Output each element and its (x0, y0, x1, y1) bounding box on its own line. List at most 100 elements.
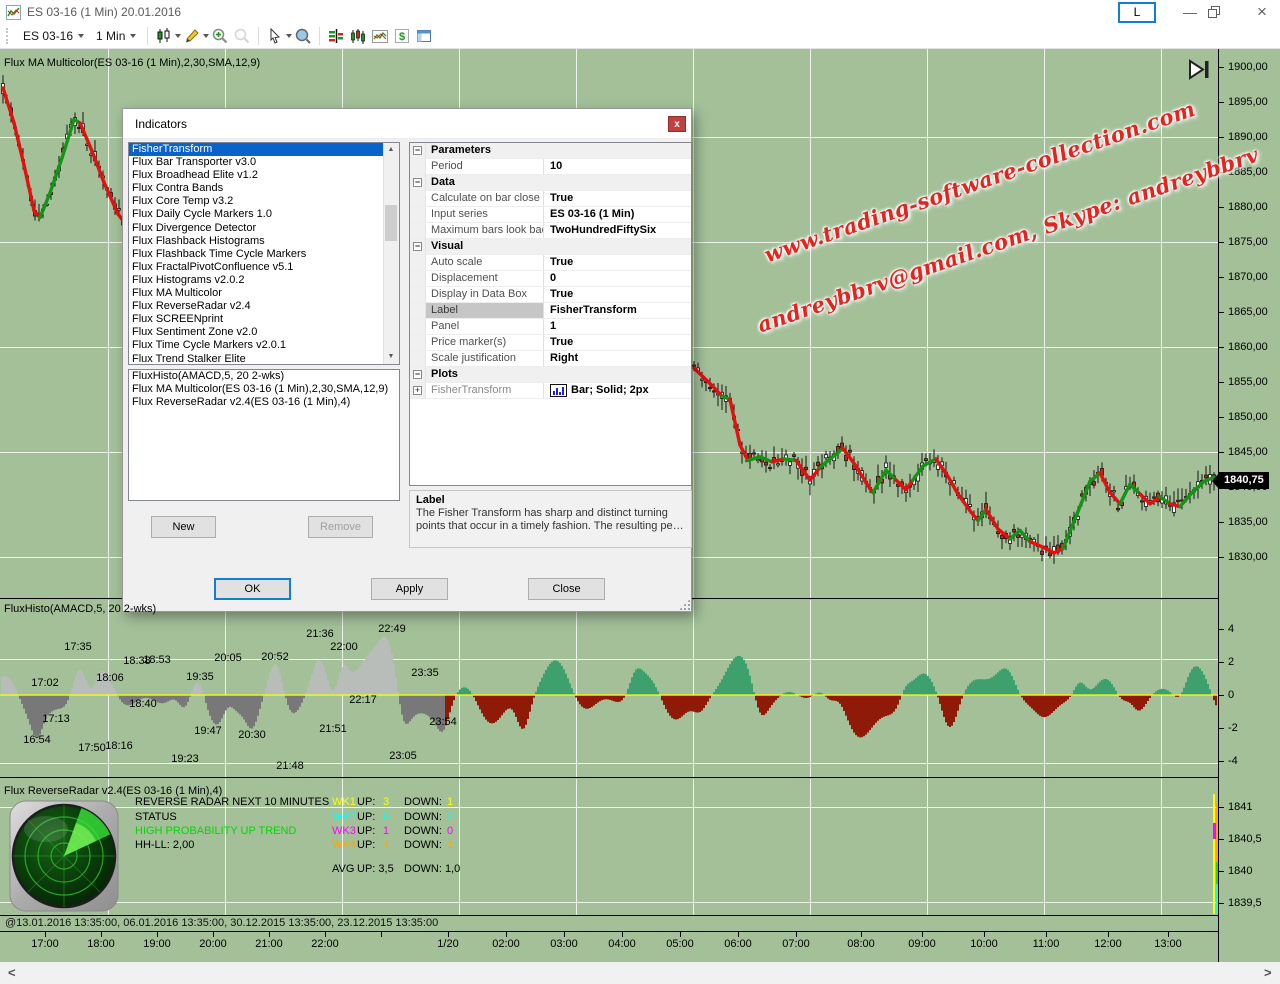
minimize-button[interactable]: — (1172, 0, 1208, 24)
indicator-list-item[interactable]: Flux Daily Cycle Markers 1.0 (129, 208, 399, 221)
indicator-list-item[interactable]: Flux SCREENprint (129, 313, 399, 326)
new-button[interactable]: New (151, 516, 216, 538)
account-dollar-button[interactable]: $ (391, 26, 413, 47)
indicator-list-item[interactable]: Flux ReverseRadar v2.4 (129, 300, 399, 313)
configured-indicator-item[interactable]: Flux MA Multicolor(ES 03-16 (1 Min),2,30… (129, 383, 399, 396)
property-category-row[interactable]: −Visual (410, 239, 691, 255)
property-row[interactable]: LabelFisherTransform (410, 303, 691, 319)
radar-dates-line: @13.01.2016 13:35:00, 06.01.2016 13:35:0… (5, 917, 438, 929)
expand-icon[interactable]: + (413, 386, 422, 395)
property-row[interactable]: Maximum bars look bacTwoHundredFiftySix (410, 223, 691, 239)
indicator-list-item[interactable]: Flux Flashback Time Cycle Markers (129, 248, 399, 261)
indicator-list-item[interactable]: Flux FractalPivotConfluence v5.1 (129, 261, 399, 274)
property-row[interactable]: Price marker(s)True (410, 335, 691, 351)
property-category-row[interactable]: −Plots (410, 367, 691, 383)
collapse-icon[interactable]: − (413, 178, 422, 187)
collapse-icon[interactable]: − (413, 146, 422, 155)
instrument-selector[interactable]: ES 03-16 (17, 27, 90, 45)
horizontal-scrollbar[interactable]: < > (0, 962, 1280, 984)
property-value[interactable]: 1 (544, 319, 691, 334)
property-row[interactable]: Period10 (410, 159, 691, 175)
radar-down-label: DOWN: (404, 825, 442, 837)
scroll-left-arrow[interactable]: < (8, 965, 16, 980)
market-analyzer-button[interactable] (325, 26, 347, 47)
property-value[interactable]: ES 03-16 (1 Min) (544, 207, 691, 222)
property-value[interactable]: 10 (544, 159, 691, 174)
list-scrollbar[interactable]: ▲ ▼ (383, 143, 399, 364)
scroll-up-icon[interactable]: ▲ (384, 143, 398, 157)
indicator-list-item[interactable]: Flux Trend Stalker Elite (129, 353, 399, 366)
property-value[interactable]: Right (544, 351, 691, 366)
collapse-icon[interactable]: − (413, 242, 422, 251)
scroll-down-icon[interactable]: ▼ (384, 350, 398, 364)
toolbar-grip[interactable] (6, 28, 11, 44)
property-row[interactable]: Display in Data BoxTrue (410, 287, 691, 303)
histogram-panel-canvas[interactable] (0, 600, 1218, 777)
zoom-out-button[interactable] (231, 26, 253, 47)
property-row[interactable]: Scale justificationRight (410, 351, 691, 367)
property-row[interactable]: +FisherTransformBar; Solid; 2px (410, 383, 691, 399)
dialog-titlebar[interactable]: Indicators x (123, 109, 691, 139)
drawing-tools-button[interactable] (181, 26, 203, 47)
property-row[interactable]: Auto scaleTrue (410, 255, 691, 271)
indicator-list-item[interactable]: Flux Bar Transporter v3.0 (129, 156, 399, 169)
indicator-list-item[interactable]: Flux Sentiment Zone v2.0 (129, 326, 399, 339)
scrollbar-thumb[interactable] (385, 205, 397, 241)
available-indicators-list[interactable]: FisherTransformFlux Bar Transporter v3.0… (128, 142, 400, 365)
panel-window-button[interactable] (413, 26, 435, 47)
category-name: Parameters (426, 143, 544, 158)
scroll-right-arrow[interactable]: > (1264, 965, 1272, 980)
price-axis[interactable]: 1900,001895,001890,001885,001880,001875,… (1218, 49, 1280, 962)
property-row[interactable]: Panel1 (410, 319, 691, 335)
replay-step-button[interactable] (1186, 57, 1214, 83)
property-value[interactable]: FisherTransform (544, 303, 691, 318)
close-button[interactable]: Close (528, 578, 605, 600)
configured-indicators-list[interactable]: FluxHisto(AMACD,5, 20 2-wks)Flux MA Mult… (128, 369, 400, 501)
restore-button[interactable] (1208, 6, 1244, 18)
configured-indicator-item[interactable]: Flux ReverseRadar v2.4(ES 03-16 (1 Min),… (129, 396, 399, 409)
dialog-resize-grip[interactable] (679, 599, 690, 610)
mini-chart-button[interactable] (369, 26, 391, 47)
zoom-in-button[interactable] (209, 26, 231, 47)
cursor-button[interactable] (264, 26, 286, 47)
time-axis-line (0, 931, 1219, 932)
ok-button[interactable]: OK (214, 578, 291, 600)
property-row[interactable]: Input seriesES 03-16 (1 Min) (410, 207, 691, 223)
indicator-list-item[interactable]: Flux Divergence Detector (129, 222, 399, 235)
indicator-list-item[interactable]: Flux Flashback Histograms (129, 235, 399, 248)
collapse-icon[interactable]: − (413, 370, 422, 379)
indicator-list-item[interactable]: Flux Contra Bands (129, 182, 399, 195)
property-name: Price marker(s) (426, 335, 544, 350)
indicator-list-item[interactable]: Flux MA Multicolor (129, 287, 399, 300)
property-value[interactable]: TwoHundredFiftySix (544, 223, 691, 238)
property-value[interactable]: True (544, 191, 691, 206)
close-window-button[interactable]: × (1244, 0, 1280, 24)
property-row[interactable]: Calculate on bar closeTrue (410, 191, 691, 207)
indicator-list-item[interactable]: FisherTransform (129, 143, 399, 156)
configured-indicator-item[interactable]: FluxHisto(AMACD,5, 20 2-wks) (129, 370, 399, 383)
radar-down-value: 2 (447, 811, 453, 823)
property-category-row[interactable]: −Data (410, 175, 691, 191)
property-grid[interactable]: −ParametersPeriod10−DataCalculate on bar… (409, 142, 692, 486)
property-value[interactable]: Bar; Solid; 2px (544, 383, 691, 398)
property-value[interactable]: True (544, 255, 691, 270)
indicator-list-item[interactable]: Flux Broadhead Elite v1.2 (129, 169, 399, 182)
remove-button[interactable]: Remove (308, 516, 373, 538)
property-category-row[interactable]: −Parameters (410, 143, 691, 159)
indicator-list-item[interactable]: Flux Core Temp v3.2 (129, 195, 399, 208)
interval-selector[interactable]: 1 Min (90, 27, 142, 45)
panel-separator[interactable] (0, 777, 1219, 778)
property-value[interactable]: True (544, 335, 691, 350)
radar-axis-label: 1840 (1228, 865, 1252, 877)
indicator-list-item[interactable]: Flux Time Cycle Markers v2.0.1 (129, 339, 399, 352)
dialog-close-button[interactable]: x (668, 116, 686, 132)
data-magnifier-button[interactable] (292, 26, 314, 47)
chart-bars-button[interactable] (347, 26, 369, 47)
property-value[interactable]: True (544, 287, 691, 302)
property-value[interactable]: 0 (544, 271, 691, 286)
indicator-list-item[interactable]: Flux Histograms v2.0.2 (129, 274, 399, 287)
property-row[interactable]: Displacement0 (410, 271, 691, 287)
link-button[interactable]: L (1118, 2, 1156, 23)
candlestick-style-button[interactable] (153, 26, 175, 47)
apply-button[interactable]: Apply (371, 578, 448, 600)
